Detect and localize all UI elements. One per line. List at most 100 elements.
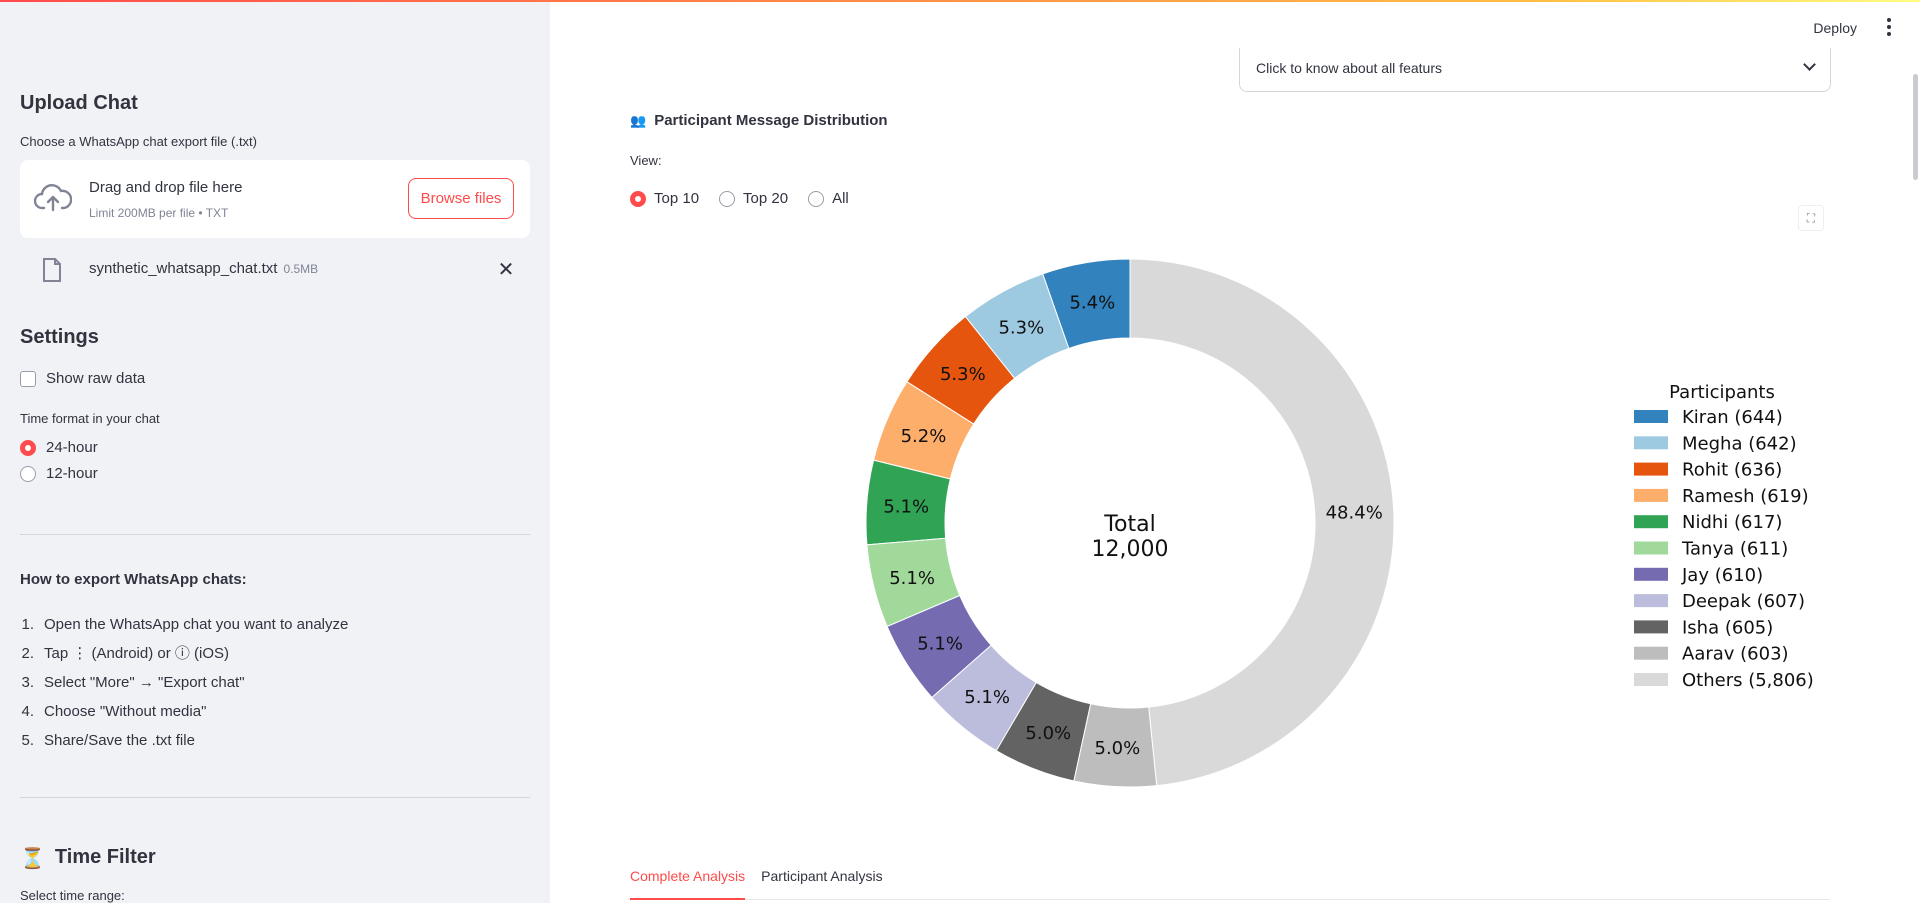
legend-entry[interactable]: Others (5,806) [1682, 670, 1814, 691]
time-format-24h-label: 24-hour [46, 439, 98, 456]
fullscreen-icon[interactable]: ⛶ [1798, 205, 1824, 231]
legend-swatch [1634, 488, 1668, 502]
file-icon [43, 258, 61, 282]
radio-selected-icon[interactable] [20, 439, 36, 456]
chevron-down-icon [1803, 58, 1816, 71]
slice-pct-label: 5.4% [1069, 293, 1115, 314]
list-item: 1. Open the WhatsApp chat you want to ana… [21, 616, 349, 633]
sidebar-divider [20, 534, 530, 535]
slice-pct-label: 5.1% [889, 568, 935, 589]
legend-entry[interactable]: Tanya (611) [1681, 539, 1788, 560]
view-all-radio[interactable]: All [808, 190, 849, 207]
time-format-12h-radio[interactable]: 12-hour [20, 465, 98, 482]
legend-entry[interactable]: Isha (605) [1682, 617, 1773, 638]
legend-swatch [1634, 410, 1668, 423]
legend-swatch [1634, 673, 1668, 686]
checkbox-box[interactable] [20, 370, 36, 387]
main-menu-kebab-icon[interactable] [1886, 18, 1892, 38]
upload-heading: Upload Chat [20, 92, 138, 114]
section-title: 👥 Participant Message Distribution [630, 112, 888, 129]
view-top10-radio[interactable]: Top 10 [630, 190, 699, 207]
legend-swatch [1634, 462, 1668, 476]
legend-entry[interactable]: Jay (610) [1681, 565, 1763, 586]
legend-title: Participants [1669, 382, 1775, 403]
settings-heading: Settings [20, 326, 99, 348]
show-raw-data-checkbox[interactable]: Show raw data [20, 370, 145, 387]
tab-complete-analysis[interactable]: Complete Analysis [630, 862, 746, 900]
slice-pct-label: 5.0% [1025, 723, 1071, 744]
expander-label: Click to know about all featurs [1256, 60, 1442, 76]
legend-swatch [1634, 594, 1668, 608]
remove-file-close-icon[interactable]: ✕ [496, 260, 516, 280]
radio-unselected-icon[interactable] [20, 465, 36, 482]
time-format-24h-radio[interactable]: 24-hour [20, 439, 98, 456]
time-format-12h-label: 12-hour [46, 465, 98, 482]
file-name: synthetic_whatsapp_chat.txt [89, 260, 278, 277]
time-filter-title: Time Filter [54, 846, 156, 868]
radio-unselected-icon[interactable] [808, 190, 825, 207]
legend-swatch [1634, 620, 1668, 634]
donut-center-total: 12,000 [1092, 537, 1169, 562]
cloud-upload-icon [34, 184, 72, 212]
analysis-tabs: Complete Analysis Participant Analysis [630, 862, 1830, 900]
view-top20-radio[interactable]: Top 20 [719, 190, 788, 207]
legend-entry[interactable]: Rohit (636) [1682, 460, 1782, 481]
people-icon: 👥 [630, 112, 647, 128]
legend-entry[interactable]: Aarav (603) [1682, 644, 1789, 665]
radio-selected-icon[interactable] [630, 190, 646, 207]
show-raw-data-label: Show raw data [46, 370, 146, 387]
tab-participant-analysis[interactable]: Participant Analysis [761, 862, 882, 900]
list-item: 3. Select "More" → "Export chat" [21, 674, 245, 691]
section-title-text: Participant Message Distribution [654, 112, 888, 129]
slice-pct-label: 5.0% [1095, 738, 1141, 759]
hourglass-icon: ⏳ [20, 848, 45, 870]
file-dropzone[interactable]: Drag and drop file here Limit 200MB per … [20, 160, 530, 238]
slice-pct-label: 5.3% [940, 364, 986, 385]
view-all-label: All [832, 190, 849, 207]
view-top10-label: Top 10 [654, 190, 700, 207]
radio-unselected-icon[interactable] [719, 190, 736, 207]
slice-pct-label: 48.4% [1326, 503, 1383, 524]
time-format-label: Time format in your chat [20, 411, 160, 426]
slice-pct-label: 5.1% [883, 496, 929, 517]
legend-entry[interactable]: Kiran (644) [1682, 407, 1783, 428]
export-heading: How to export WhatsApp chats: [20, 571, 247, 588]
slice-pct-label: 5.1% [917, 634, 963, 655]
legend-entry[interactable]: Nidhi (617) [1682, 512, 1782, 533]
dropzone-title: Drag and drop file here [89, 179, 243, 196]
deploy-button[interactable]: Deploy [1813, 20, 1857, 36]
browse-files-button[interactable]: Browse files [408, 178, 514, 219]
legend-swatch [1634, 646, 1668, 660]
donut-center-label: Total [1103, 512, 1155, 537]
sidebar: Upload Chat Choose a WhatsApp chat expor… [0, 0, 550, 903]
dropzone-limit: Limit 200MB per file • TXT [89, 206, 229, 220]
view-top20-label: Top 20 [743, 190, 789, 207]
uploaded-file: synthetic_whatsapp_chat.txt 0.5MB ✕ [20, 252, 530, 288]
time-filter-heading: ⏳ Time Filter [20, 846, 530, 871]
legend-swatch [1634, 515, 1668, 529]
top-decoration-bar [0, 0, 1920, 2]
slice-pct-label: 5.1% [964, 687, 1010, 708]
legend-entry[interactable]: Ramesh (619) [1682, 486, 1809, 507]
sidebar-divider [20, 797, 530, 798]
legend-swatch [1634, 436, 1668, 450]
export-steps-list: 1. Open the WhatsApp chat you want to ana… [20, 610, 530, 755]
file-size: 0.5MB [283, 262, 319, 276]
legend-entry[interactable]: Deepak (607) [1682, 591, 1805, 612]
legend-swatch [1634, 541, 1668, 555]
participant-donut-chart: 5.4% 5.3% 5.3% 5.2% 5.1% 5.1% 5.1% 5.1% 5.0% 5.0%… [865, 258, 1814, 788]
list-item: 5. Share/Save the .txt file [21, 732, 195, 749]
scrollbar[interactable] [1913, 74, 1918, 180]
slice-pct-label: 5.3% [998, 318, 1044, 339]
features-expander[interactable]: Click to know about all featurs [1239, 48, 1831, 92]
view-label: View: [630, 153, 662, 168]
view-radio-group: Top 10 Top 20 All [630, 190, 849, 207]
list-item: 4. Choose "Without media" [21, 703, 207, 720]
legend-swatch [1634, 567, 1668, 581]
main-content: Deploy Click to know about all featurs 👥… [550, 0, 1920, 903]
upload-label: Choose a WhatsApp chat export file (.txt… [20, 134, 257, 149]
list-item: 2. Tap ⋮ (Android) or ⓘ (iOS) [21, 645, 230, 662]
slice-pct-label: 5.2% [901, 426, 947, 447]
legend-entry[interactable]: Megha (642) [1682, 433, 1797, 454]
time-range-label: Select time range: [20, 888, 125, 903]
